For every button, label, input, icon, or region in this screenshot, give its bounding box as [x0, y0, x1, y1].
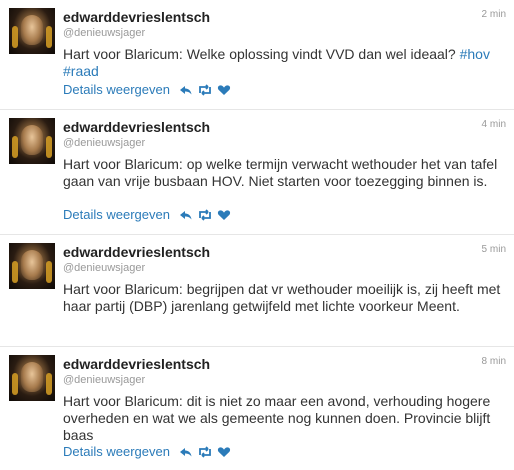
tweet-text: Hart voor Blaricum: begrijpen dat vr wet… [63, 281, 501, 314]
tweet-username[interactable]: edwarddevrieslentsch [63, 244, 210, 260]
tweet-handle[interactable]: @denieuwsjager [63, 262, 145, 274]
details-link[interactable]: Details weergeven [63, 444, 170, 459]
reply-icon[interactable] [178, 446, 194, 458]
tweet[interactable]: edwarddevrieslentsch @denieuwsjager 2 mi… [0, 0, 514, 110]
tweet-timestamp[interactable]: 2 min [482, 9, 506, 20]
retweet-icon[interactable] [197, 208, 213, 221]
tweet-actions: Details weergeven [63, 207, 235, 222]
tweet-username[interactable]: edwarddevrieslentsch [63, 9, 210, 25]
retweet-icon[interactable] [197, 445, 213, 458]
tweet-text-content: Hart voor Blaricum: Welke oplossing vind… [63, 46, 460, 62]
tweet-timestamp[interactable]: 4 min [482, 119, 506, 130]
reply-icon[interactable] [178, 84, 194, 96]
favorite-icon[interactable] [216, 84, 232, 96]
tweet-actions: Details weergeven [63, 82, 235, 97]
tweet-timestamp[interactable]: 5 min [482, 244, 506, 255]
tweet-text: Hart voor Blaricum: Welke oplossing vind… [63, 46, 503, 80]
hashtag-link[interactable]: #hov [460, 46, 490, 62]
retweet-icon[interactable] [197, 83, 213, 96]
tweet[interactable]: edwarddevrieslentsch @denieuwsjager 4 mi… [0, 110, 514, 235]
favorite-icon[interactable] [216, 446, 232, 458]
tweet-timestamp[interactable]: 8 min [482, 356, 506, 367]
tweet-text: Hart voor Blaricum: dit is niet zo maar … [63, 393, 491, 443]
details-link[interactable]: Details weergeven [63, 207, 170, 222]
tweet-username[interactable]: edwarddevrieslentsch [63, 119, 210, 135]
tweet-text: Hart voor Blaricum: op welke termijn ver… [63, 156, 498, 189]
favorite-icon[interactable] [216, 209, 232, 221]
avatar[interactable] [9, 355, 55, 401]
tweet-username[interactable]: edwarddevrieslentsch [63, 356, 210, 372]
details-link[interactable]: Details weergeven [63, 82, 170, 97]
tweet-handle[interactable]: @denieuwsjager [63, 137, 145, 149]
tweet[interactable]: edwarddevrieslentsch @denieuwsjager 8 mi… [0, 347, 514, 470]
tweet[interactable]: edwarddevrieslentsch @denieuwsjager 5 mi… [0, 235, 514, 347]
avatar[interactable] [9, 118, 55, 164]
tweet-handle[interactable]: @denieuwsjager [63, 374, 145, 386]
hashtag-link[interactable]: #raad [63, 63, 99, 79]
avatar[interactable] [9, 8, 55, 54]
reply-icon[interactable] [178, 209, 194, 221]
tweet-timeline: edwarddevrieslentsch @denieuwsjager 2 mi… [0, 0, 514, 470]
tweet-handle[interactable]: @denieuwsjager [63, 27, 145, 39]
tweet-actions: Details weergeven [63, 444, 235, 459]
avatar[interactable] [9, 243, 55, 289]
